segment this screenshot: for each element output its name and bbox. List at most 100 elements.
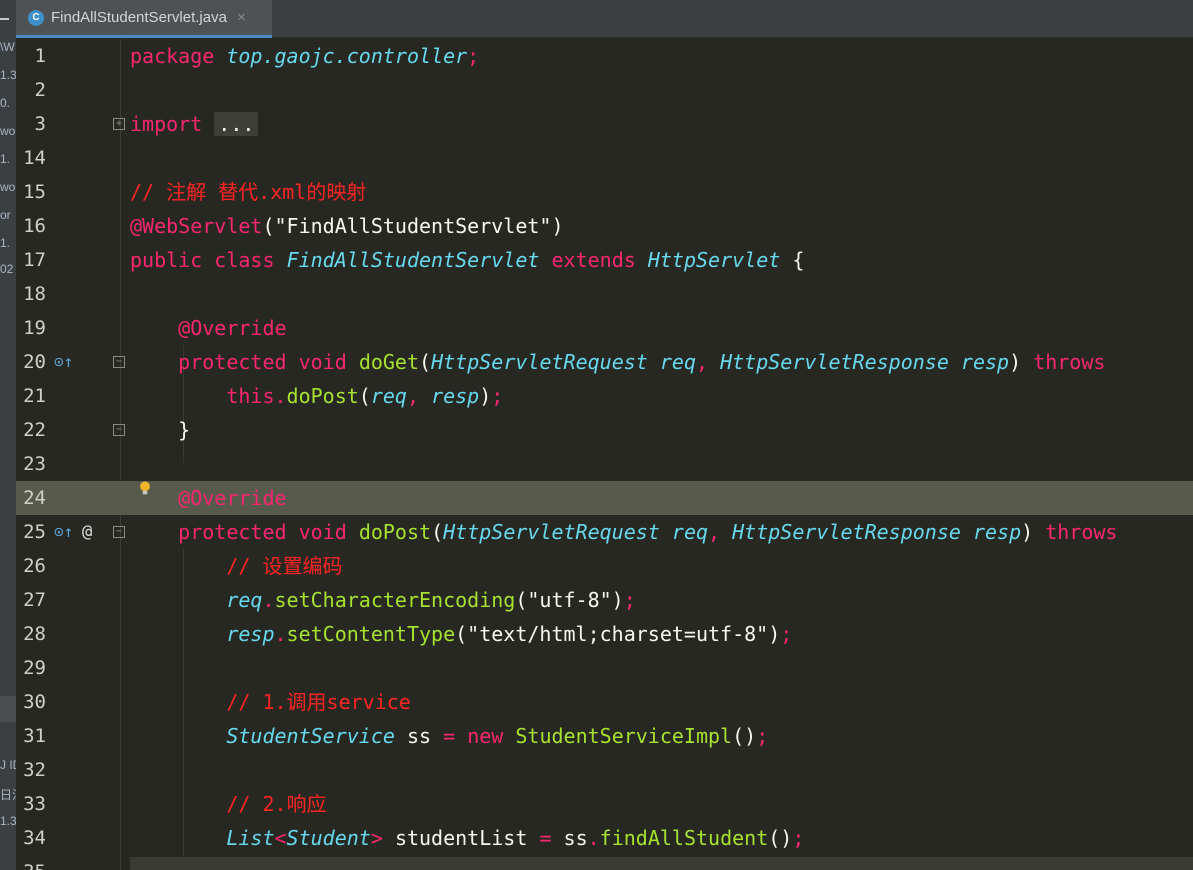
variable: ss <box>563 826 588 850</box>
code-text: } <box>130 418 191 442</box>
code-text: public class FindAllStudentServlet exten… <box>130 248 805 272</box>
method-name: setCharacterEncoding <box>274 588 516 612</box>
class-name: HttpServletResponse <box>720 350 949 374</box>
code-line-current[interactable]: 24 @Override <box>16 481 1193 515</box>
line-number: 14 <box>23 147 46 169</box>
project-tree-fragment[interactable]: wo <box>0 124 16 138</box>
project-tree-fragment[interactable]: wo <box>0 180 16 194</box>
variable: studentList <box>394 826 528 850</box>
code-line[interactable]: 29 <box>16 651 1193 685</box>
line-number: 22 <box>23 419 46 441</box>
folded-imports[interactable]: ... <box>214 112 259 136</box>
code-line[interactable]: 27 req.setCharacterEncoding("utf-8"); <box>16 583 1193 617</box>
class-name: StudentServiceImpl <box>515 724 733 748</box>
code-text: // 设置编码 <box>130 549 342 583</box>
code-line[interactable]: 32 <box>16 753 1193 787</box>
class-name: List <box>226 826 275 850</box>
project-tree-fragment[interactable]: 02 <box>0 262 16 276</box>
code-line[interactable]: 25 ⊙↑ @ − protected void doPost(HttpServ… <box>16 515 1193 549</box>
keyword: package <box>130 44 215 68</box>
project-tree-fragment[interactable]: 1.3 <box>0 68 16 82</box>
keyword: this <box>226 384 275 408</box>
line-number: 17 <box>23 249 46 271</box>
code-text: package top.gaojc.controller; <box>130 39 479 73</box>
code-line[interactable]: 19 @Override <box>16 311 1193 345</box>
project-tree-fragment[interactable]: 0. <box>0 96 16 110</box>
project-tree-fragment[interactable]: \W <box>0 40 16 54</box>
line-number: 30 <box>23 691 46 713</box>
code-editor[interactable]: 1 package top.gaojc.controller; 2 3 + im… <box>16 39 1193 870</box>
parameter: resp <box>972 520 1022 544</box>
code-line[interactable]: 30 // 1.调用service <box>16 685 1193 719</box>
keyword: void <box>298 520 347 544</box>
code-text: req.setCharacterEncoding("utf-8"); <box>226 588 636 612</box>
line-number: 19 <box>23 317 46 339</box>
project-tree-fragment[interactable]: 1.3 <box>0 814 16 828</box>
keyword: import <box>130 112 203 136</box>
code-text: // 注解 替代.xml的映射 <box>130 175 366 209</box>
close-icon[interactable]: × <box>237 9 246 26</box>
horizontal-scrollbar[interactable] <box>130 857 1193 870</box>
code-text: @Override <box>130 481 287 515</box>
project-tree-fragment[interactable]: or <box>0 208 16 222</box>
code-line[interactable]: 18 <box>16 277 1193 311</box>
line-number: 28 <box>23 623 46 645</box>
code-line[interactable]: 3 + import ... <box>16 107 1193 141</box>
fold-expand-icon[interactable]: + <box>113 118 125 130</box>
project-panel-strip[interactable]: \W 1.3 0. wo 1. wo or 1. 02 J ID 日泛 1.3 <box>0 0 16 870</box>
line-number: 31 <box>23 725 46 747</box>
method-name: doPost <box>286 384 359 408</box>
annotation: @Override <box>178 486 287 510</box>
line-number: 3 <box>34 113 46 135</box>
class-name: HttpServletRequest <box>443 520 660 544</box>
code-line[interactable]: 15 // 注解 替代.xml的映射 <box>16 175 1193 209</box>
fold-collapse-icon[interactable]: − <box>113 356 125 368</box>
fold-collapse-icon[interactable]: − <box>113 526 125 538</box>
project-tree-fragment[interactable]: J ID <box>0 758 16 772</box>
parameter: req <box>370 384 407 408</box>
panel-minimize-icon[interactable] <box>0 18 9 20</box>
project-tree-fragment[interactable]: 1. <box>0 152 16 166</box>
code-text: @Override <box>130 311 286 345</box>
parameter: req <box>659 350 696 374</box>
code-line[interactable]: 16 @WebServlet("FindAllStudentServlet") <box>16 209 1193 243</box>
line-number: 29 <box>23 657 46 679</box>
overrides-method-icon[interactable]: ⊙↑ <box>54 515 73 549</box>
overrides-method-icon[interactable]: ⊙↑ <box>54 345 73 379</box>
tab-findallstudentservlet[interactable]: C FindAllStudentServlet.java × <box>16 0 272 38</box>
class-name: HttpServletRequest <box>431 350 648 374</box>
keyword: void <box>298 350 347 374</box>
line-number: 21 <box>23 385 46 407</box>
variable: ss <box>406 724 432 748</box>
code-line[interactable]: 22 − } <box>16 413 1193 447</box>
editor-tab-bar: C FindAllStudentServlet.java × <box>0 0 1193 38</box>
comment: // 设置编码 <box>226 554 343 578</box>
parameter: resp <box>960 350 1010 374</box>
web-mapping-icon[interactable]: @ <box>82 515 92 549</box>
fold-end-icon[interactable]: − <box>113 424 125 436</box>
code-line[interactable]: 2 <box>16 73 1193 107</box>
line-number: 25 <box>23 521 46 543</box>
code-line[interactable]: 28 resp.setContentType("text/html;charse… <box>16 617 1193 651</box>
comment: // 1.调用service <box>226 690 411 714</box>
line-number: 26 <box>23 555 46 577</box>
string-literal: "text/html;charset=utf-8" <box>467 622 769 646</box>
code-line[interactable]: 14 <box>16 141 1193 175</box>
code-line[interactable]: 26 // 设置编码 <box>16 549 1193 583</box>
code-line[interactable]: 21 this.doPost(req, resp); <box>16 379 1193 413</box>
code-line[interactable]: 1 package top.gaojc.controller; <box>16 39 1193 73</box>
annotation: @WebServlet <box>130 214 263 238</box>
code-text: // 1.调用service <box>130 685 411 719</box>
keyword: public <box>130 248 203 272</box>
code-line[interactable]: 17 public class FindAllStudentServlet ex… <box>16 243 1193 277</box>
line-number: 23 <box>23 453 46 475</box>
project-tree-fragment[interactable]: 1. <box>0 236 16 250</box>
code-line[interactable]: 23 <box>16 447 1193 481</box>
code-line[interactable]: 31 StudentService ss = new StudentServic… <box>16 719 1193 753</box>
code-line[interactable]: 34 List<Student> studentList = ss.findAl… <box>16 821 1193 855</box>
code-line[interactable]: 20 ⊙↑ − protected void doGet(HttpServlet… <box>16 345 1193 379</box>
punctuation: ; <box>756 724 769 748</box>
project-tree-fragment[interactable]: 日泛 <box>0 786 16 803</box>
line-number: 35 <box>16 855 46 870</box>
code-line[interactable]: 33 // 2.响应 <box>16 787 1193 821</box>
